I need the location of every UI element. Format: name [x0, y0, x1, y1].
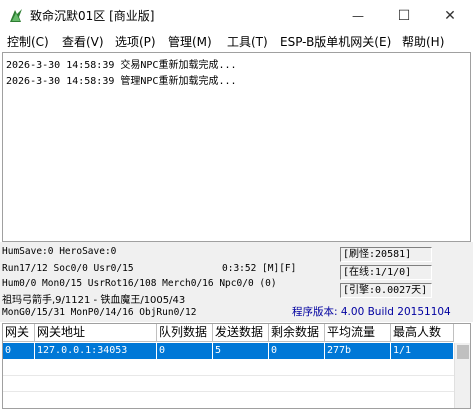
title-bar: 致命沉默01区 [商业版] — ☐ ✕	[0, 0, 473, 31]
column-header-max-users[interactable]: 最高人数	[391, 324, 454, 342]
engine-runtime: [引擎:0.0027天]	[340, 283, 432, 298]
status-run-counts: Run17/12 Soc0/0 Usr0/15	[2, 263, 134, 274]
maximize-icon: ☐	[397, 7, 411, 24]
cell-average-traffic: 277b	[325, 343, 391, 359]
column-header-remaining[interactable]: 剩余数据	[269, 324, 325, 342]
menu-options[interactable]: 选项(P)	[115, 33, 156, 50]
minimize-button[interactable]: —	[335, 0, 381, 31]
menu-control[interactable]: 控制(C)	[7, 33, 49, 50]
status-uptime: 0:3:52 [M][F]	[222, 263, 297, 274]
menu-help[interactable]: 帮助(H)	[402, 33, 444, 50]
column-header-sent[interactable]: 发送数据	[213, 324, 269, 342]
window-title: 致命沉默01区 [商业版]	[30, 9, 155, 23]
app-logo-icon	[10, 9, 22, 22]
log-line: 2026-3-30 14:58:39 管理NPC重新加载完成...	[6, 76, 237, 87]
grid-divider	[3, 375, 454, 376]
status-panel: HumSave:0 HeroSave:0 Run17/12 Soc0/0 Usr…	[0, 242, 473, 322]
cell-queue: 0	[157, 343, 213, 359]
menu-manage[interactable]: 管理(M)	[168, 33, 212, 50]
status-object-counts: Hum0/0 Mon0/15 UsrRot16/108 Merch0/16 Np…	[2, 278, 277, 289]
cell-address: 127.0.0.1:34053	[35, 343, 157, 359]
close-icon: ✕	[444, 7, 456, 24]
vertical-scrollbar[interactable]	[454, 343, 470, 408]
column-header-queue[interactable]: 队列数据	[157, 324, 213, 342]
refresh-monster-count: [刷怪:20581]	[340, 247, 432, 262]
menu-bar: 控制(C) 查看(V) 选项(P) 管理(M) 工具(T) ESP-B版单机网关…	[0, 31, 473, 52]
scrollbar-thumb[interactable]	[457, 345, 469, 359]
status-monster-groups: MonG0/15/31 MonP0/14/16 ObjRun0/12	[2, 307, 197, 318]
cell-remaining: 0	[269, 343, 325, 359]
status-monster-info: 祖玛弓箭手,9/1121 - 铁血魔王/1005/43	[2, 295, 186, 306]
close-button[interactable]: ✕	[427, 0, 473, 31]
maximize-button[interactable]: ☐	[381, 0, 427, 31]
minimize-icon: —	[352, 8, 364, 23]
column-header-gateway[interactable]: 网关	[3, 324, 35, 342]
table-row[interactable]: 0 127.0.0.1:34053 0 5 0 277b 1/1	[3, 343, 454, 359]
log-line: 2026-3-30 14:58:39 交易NPC重新加载完成...	[6, 60, 237, 71]
menu-esp-gateway[interactable]: ESP-B版单机网关(E)	[280, 33, 391, 50]
status-save-counts: HumSave:0 HeroSave:0	[2, 246, 117, 257]
column-header-average-traffic[interactable]: 平均流量	[325, 324, 391, 342]
cell-max-users: 1/1	[391, 343, 454, 359]
menu-view[interactable]: 查看(V)	[62, 33, 104, 50]
column-header-address[interactable]: 网关地址	[35, 324, 157, 342]
grid-divider	[3, 391, 454, 392]
cell-sent: 5	[213, 343, 269, 359]
program-version: 程序版本: 4.00 Build 20151104	[292, 306, 451, 318]
gateway-table[interactable]: 网关 网关地址 队列数据 发送数据 剩余数据 平均流量 最高人数 0 127.0…	[2, 323, 471, 409]
cell-gateway: 0	[3, 343, 35, 359]
log-panel[interactable]: 2026-3-30 14:58:39 交易NPC重新加载完成... 2026-3…	[2, 52, 471, 242]
menu-tools[interactable]: 工具(T)	[227, 33, 268, 50]
online-count: [在线:1/1/0]	[340, 265, 432, 280]
